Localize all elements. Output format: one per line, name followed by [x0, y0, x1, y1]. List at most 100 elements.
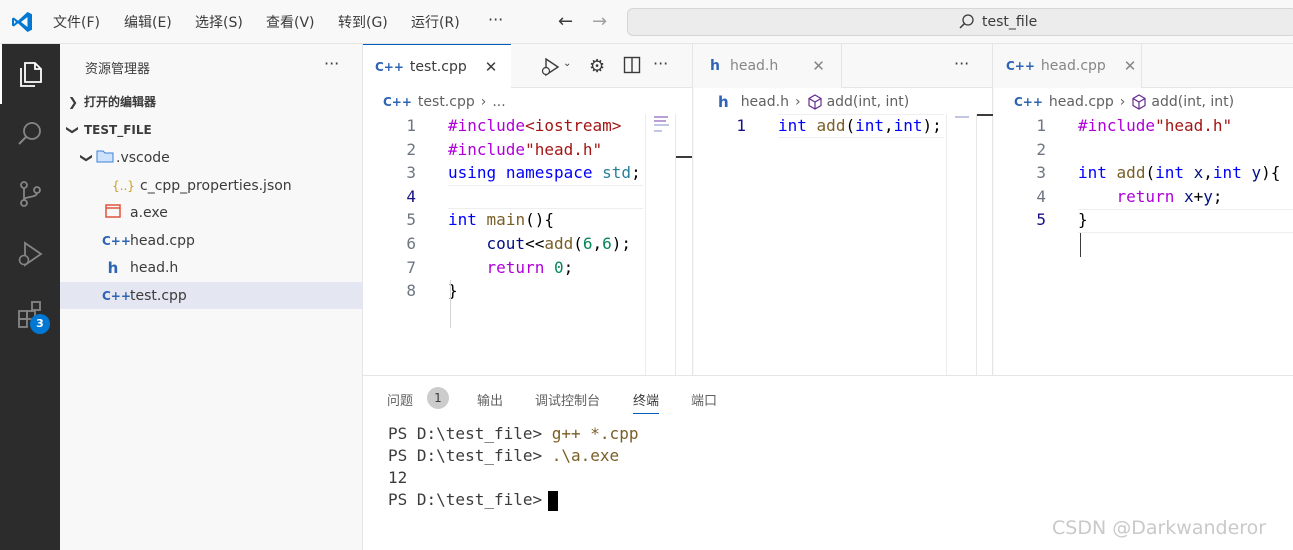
tree-item-a-exe[interactable]: a.exe: [60, 199, 363, 226]
sidebar-more-button[interactable]: ···: [324, 54, 339, 73]
tab-label: head.h: [729, 58, 779, 74]
tab-label: test.cpp: [409, 59, 467, 75]
tree-item-test-cpp[interactable]: C++ test.cpp: [60, 282, 363, 309]
code-line: cout<<add(6,6);: [486, 234, 632, 253]
tab-bar: C++ head.cpp ✕: [994, 44, 1293, 88]
watermark: CSDN @Darkwanderor: [1052, 517, 1267, 539]
terminal-line: PS D:\test_file> .\a.exe: [388, 446, 620, 465]
line-number: 3: [406, 163, 416, 183]
vscode-logo-icon: [12, 12, 32, 32]
minimap[interactable]: [645, 114, 675, 375]
open-editors-section[interactable]: ❯ 打开的编辑器: [60, 88, 363, 115]
tab-test-cpp[interactable]: C++ test.cpp ✕: [363, 44, 511, 89]
tab-bar: C++ test.cpp ✕ ⌄ ⚙ ···: [363, 44, 692, 89]
breadcrumb-file[interactable]: head.cpp: [1049, 94, 1114, 110]
line-number: 1: [1036, 116, 1046, 135]
menu-file[interactable]: 文件(F): [53, 12, 100, 32]
breadcrumb-symbol[interactable]: add(int, int): [827, 94, 910, 110]
code-editor[interactable]: 1 int add(int,int);: [694, 114, 944, 375]
tree-item-head-cpp[interactable]: C++ head.cpp: [60, 227, 363, 254]
minimap[interactable]: [946, 114, 976, 375]
source-control-icon[interactable]: [0, 164, 60, 224]
extensions-icon[interactable]: [0, 284, 60, 344]
breadcrumb-rest[interactable]: ...: [492, 94, 505, 110]
search-icon[interactable]: [0, 104, 60, 164]
more-actions-button[interactable]: ···: [954, 54, 969, 73]
close-icon[interactable]: ✕: [485, 58, 498, 76]
search-icon: [959, 14, 974, 29]
tree-item-label: head.h: [130, 259, 179, 276]
line-number: 8: [406, 281, 416, 301]
terminal-line: PS D:\test_file> g++ *.cpp: [388, 424, 639, 443]
menu-run[interactable]: 运行(R): [411, 12, 460, 32]
json-icon: {..}: [112, 178, 135, 193]
code-line: #include<iostream>: [448, 116, 622, 135]
split-editor-icon[interactable]: [623, 56, 641, 78]
workspace-section[interactable]: ❯ TEST_FILE: [60, 116, 363, 143]
code-line: using namespace std;: [448, 163, 641, 183]
tab-head-cpp[interactable]: C++ head.cpp ✕: [994, 44, 1142, 88]
breadcrumb-file[interactable]: head.h: [741, 94, 789, 110]
terminal-line: 12: [388, 468, 408, 487]
command-center-label: test_file: [982, 14, 1038, 30]
tab-head-h[interactable]: h head.h ✕: [694, 44, 842, 88]
tab-terminal[interactable]: 终端: [633, 390, 660, 414]
chevron-right-icon: ›: [794, 94, 801, 110]
line-number: 2: [1036, 139, 1046, 159]
arrow-right-icon[interactable]: →: [592, 11, 607, 32]
close-icon[interactable]: ✕: [812, 57, 825, 75]
current-line-highlight: [448, 185, 643, 209]
line-number: 6: [406, 234, 416, 253]
activity-bar: 3: [0, 44, 60, 550]
line-number: 4: [1036, 186, 1046, 206]
menu-selection[interactable]: 选择(S): [195, 12, 243, 32]
cpp-file-icon: C++: [383, 95, 412, 109]
breadcrumb-symbol[interactable]: add(int, int): [1151, 94, 1234, 110]
arrow-left-icon[interactable]: ←: [558, 11, 573, 32]
problems-badge: 1: [427, 387, 449, 409]
tab-ports[interactable]: 端口: [691, 390, 717, 409]
sidebar-title: 资源管理器: [85, 62, 151, 77]
menu-edit[interactable]: 编辑(E): [124, 12, 172, 32]
line-number: 5: [406, 210, 416, 230]
code-line: return 0;: [486, 257, 574, 277]
more-actions-button[interactable]: ···: [653, 54, 668, 73]
gear-icon[interactable]: ⚙: [589, 56, 605, 77]
tab-output[interactable]: 输出: [477, 390, 503, 409]
run-debug-icon[interactable]: [539, 56, 561, 82]
breadcrumb: h head.h › add(int, int): [694, 90, 909, 114]
menu-go[interactable]: 转到(G): [338, 12, 388, 32]
terminal-line[interactable]: PS D:\test_file>: [388, 489, 559, 511]
breadcrumb-file[interactable]: test.cpp: [418, 94, 475, 110]
vertical-scrollbar[interactable]: [976, 114, 993, 375]
close-icon[interactable]: ✕: [1124, 57, 1137, 75]
menu-view[interactable]: 查看(V): [266, 12, 315, 32]
current-line-highlight: [1078, 209, 1293, 233]
tree-item-label: .vscode: [116, 149, 170, 166]
vertical-scrollbar[interactable]: [675, 114, 692, 375]
code-line: #include"head.h": [448, 139, 603, 159]
run-debug-icon[interactable]: [0, 224, 60, 284]
tab-debug-console[interactable]: 调试控制台: [535, 390, 600, 409]
menu-more-button[interactable]: ···: [488, 10, 503, 29]
code-editor[interactable]: 1 2 3 4 5 6 7 8 #include<iostream> #include"head.…: [363, 114, 643, 375]
breadcrumb: C++ test.cpp › ...: [363, 90, 506, 114]
current-line-highlight: [778, 114, 944, 138]
editor-group-test-cpp: C++ test.cpp ✕ ⌄ ⚙ ··· C++ test.cpp › ..…: [363, 44, 693, 375]
tree-item-c-cpp-properties[interactable]: {..} c_cpp_properties.json: [60, 172, 363, 199]
chevron-down-icon[interactable]: ⌄: [563, 58, 571, 69]
chevron-right-icon: ❯: [67, 94, 79, 109]
code-editor[interactable]: 1 2 3 4 5 #include"head.h" int add(int x,int y…: [994, 114, 1293, 375]
line-number: 1: [736, 116, 746, 135]
editor-group-head-h: h head.h ✕ ··· h head.h › add(int, int) …: [694, 44, 993, 375]
chevron-right-icon: ›: [1119, 94, 1126, 110]
indent-guide: [450, 280, 451, 328]
explorer-icon[interactable]: [0, 44, 60, 104]
line-number: 7: [406, 257, 416, 277]
tree-item-vscode[interactable]: ❯ .vscode: [60, 144, 363, 171]
tab-label: head.cpp: [1040, 58, 1106, 74]
header-file-icon: h: [710, 58, 720, 74]
tree-item-head-h[interactable]: h head.h: [60, 254, 363, 281]
command-center-search[interactable]: test_file: [627, 8, 1293, 36]
tab-problems[interactable]: 问题: [387, 390, 413, 409]
